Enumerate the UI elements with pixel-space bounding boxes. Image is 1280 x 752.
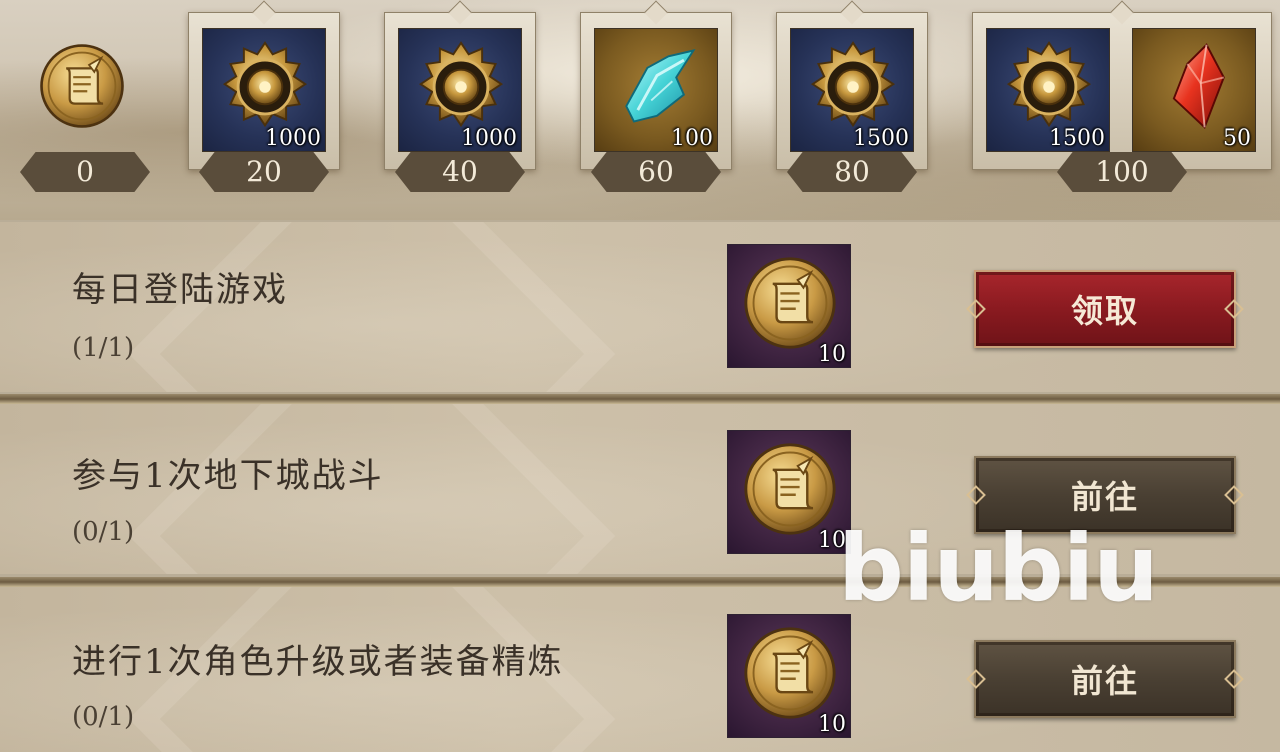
milestone-threshold: 100: [1057, 152, 1187, 192]
milestone-100[interactable]: 1500 50 100: [972, 8, 1272, 204]
gold-shield-medallion-icon: [805, 39, 901, 135]
row-divider: [0, 394, 1280, 404]
claim-button[interactable]: 领取: [974, 270, 1236, 348]
reward-slot[interactable]: 100: [594, 28, 718, 152]
go-button[interactable]: 前往: [974, 640, 1236, 718]
task-progress: (0/1): [72, 517, 135, 547]
reward-slot[interactable]: 1000: [398, 28, 522, 152]
milestone-threshold: 40: [395, 152, 525, 192]
current-points-badge: 0: [20, 152, 150, 192]
reward-quantity: 1000: [265, 126, 321, 151]
milestone-threshold: 80: [787, 152, 917, 192]
reward-quantity: 1000: [461, 126, 517, 151]
task-reward-slot[interactable]: 10: [727, 614, 851, 738]
reward-quantity: 1500: [853, 126, 909, 151]
red-crystal-gem-icon: [1147, 39, 1243, 135]
milestone-80[interactable]: 1500 80: [776, 8, 928, 204]
reward-quantity: 10: [818, 712, 846, 737]
milestone-threshold: 20: [199, 152, 329, 192]
reward-quantity: 1500: [1049, 126, 1105, 151]
reward-quantity: 10: [818, 342, 846, 367]
reward-quantity: 100: [671, 126, 713, 151]
reward-slot[interactable]: 1000: [202, 28, 326, 152]
scroll-coin-icon: [742, 255, 838, 351]
watermark: biubiu: [838, 515, 1159, 622]
scroll-coin-icon: [742, 441, 838, 537]
scroll-coin-icon: [38, 42, 126, 130]
task-title: 参与1次地下城战斗: [72, 456, 384, 496]
milestone-40[interactable]: 1000 40: [384, 8, 536, 204]
gold-shield-medallion-icon: [413, 39, 509, 135]
reward-slot[interactable]: 1500: [790, 28, 914, 152]
task-title: 进行1次角色升级或者装备精炼: [72, 642, 564, 682]
gold-shield-medallion-icon: [217, 39, 313, 135]
task-title: 每日登陆游戏: [72, 270, 288, 310]
reward-slot[interactable]: 50: [1132, 28, 1256, 152]
milestone-20[interactable]: 1000 20: [188, 8, 340, 204]
scroll-coin-icon: [742, 625, 838, 721]
task-reward-slot[interactable]: 10: [727, 244, 851, 368]
task-progress: (0/1): [72, 702, 135, 732]
milestone-progress-bar: 0 1000 20 1000 40 100 60 1500 80 1500 50…: [0, 0, 1280, 220]
gold-shield-medallion-icon: [1001, 39, 1097, 135]
task-progress: (1/1): [72, 333, 135, 363]
reward-quantity: 50: [1223, 126, 1251, 151]
milestone-threshold: 60: [591, 152, 721, 192]
milestone-60[interactable]: 100 60: [580, 8, 732, 204]
cyan-crystal-shard-icon: [609, 39, 705, 135]
task-reward-slot[interactable]: 10: [727, 430, 851, 554]
reward-slot[interactable]: 1500: [986, 28, 1110, 152]
